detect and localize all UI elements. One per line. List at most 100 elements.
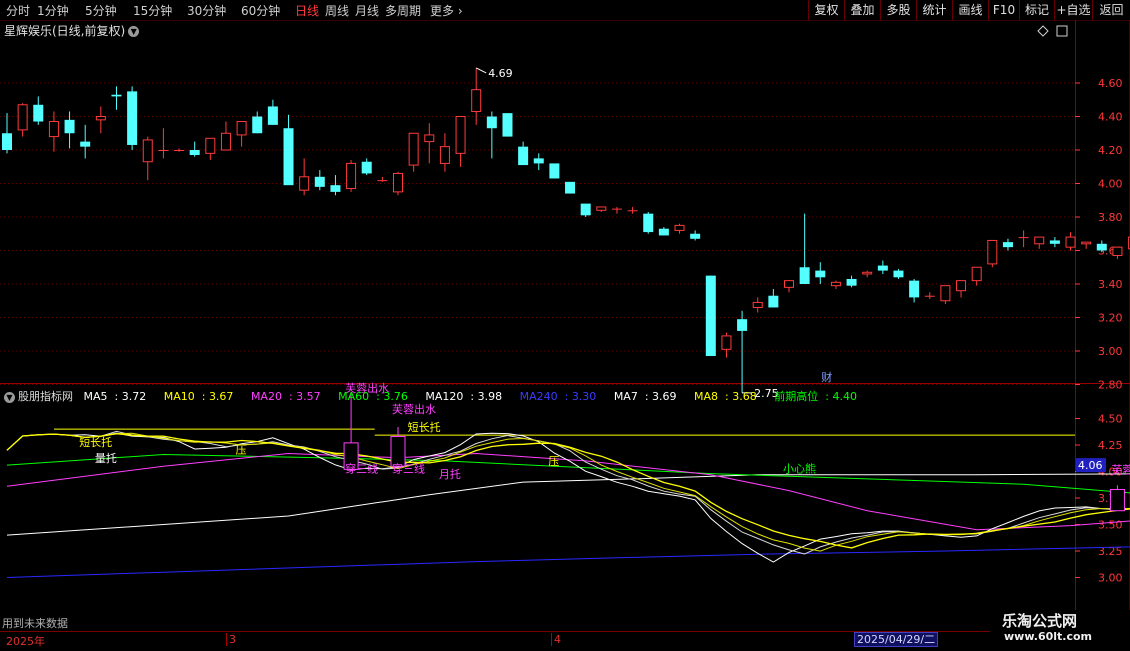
tab-1min[interactable]: 1分钟 [37,2,69,19]
signal-label: 量托 [95,451,117,465]
candle-body [1018,237,1029,239]
stock-title[interactable]: 星辉娱乐(日线,前复权) ▼ [4,22,140,39]
tab-more[interactable]: 更多 › [430,2,463,19]
back-button[interactable]: 返回 [1092,0,1130,20]
candle-body [940,285,951,302]
candle-body [658,228,669,236]
price-tick-label: 3.40 [1098,278,1123,291]
candle-body [862,271,873,275]
candle-body [627,210,638,212]
candle-body [830,281,841,287]
chevron-right-icon: › [454,4,463,18]
candle-body [64,119,75,134]
candle-body [111,94,122,97]
statistics-button[interactable]: 统计 [916,0,952,20]
signal-label: 短长托 [79,435,112,449]
tab-weekly[interactable]: 周线 [325,2,349,19]
legend-ma8: MA8: 3.68 [694,390,757,403]
current-value-label: 4.06 [1078,459,1103,472]
tab-30min[interactable]: 30分钟 [187,2,226,19]
high-price-label: 4.69 [488,67,513,80]
price-tick-label: 4.60 [1098,77,1123,90]
tab-15min[interactable]: 15分钟 [133,2,172,19]
tab-monthly[interactable]: 月线 [355,2,379,19]
candle-body [502,113,513,137]
chart-canvas[interactable]: 4.604.404.204.003.803.603.403.203.002.80… [0,20,1130,631]
overlay-button[interactable]: 叠加 [844,0,880,20]
date-label-year: 2025年 [6,635,45,648]
indicator-name[interactable]: 股朋指标网 [18,390,73,403]
draw-line-button[interactable]: 画线 [952,0,988,20]
candle-body [17,104,28,131]
signal-label: 芙蓉出水 [392,402,436,416]
square-icon[interactable] [1056,25,1068,37]
ma120-line [6,473,1130,536]
candle-body [987,239,998,265]
candle-body [643,213,654,233]
signal-label: 短长托 [408,420,441,434]
candle-body [611,208,622,210]
candle-body [377,180,388,182]
diamond-icon[interactable] [1037,25,1049,37]
f10-button[interactable]: F10 [988,0,1019,20]
multi-stock-button[interactable]: 多股 [880,0,916,20]
legend-prior-high: 前期高位: 4.40 [774,390,857,403]
candle-body [799,267,810,284]
tab-multi-period[interactable]: 多周期 [385,2,421,19]
candle-body [408,132,419,166]
candle-body [393,172,403,193]
date-cursor-label: 2025/04/29/二 [854,632,939,647]
candle-body [768,295,779,308]
candle-body [956,280,967,292]
tab-60min[interactable]: 60分钟 [241,2,280,19]
legend-ma120: MA120: 3.98 [425,390,503,403]
tab-timeshare[interactable]: 分时 [6,2,30,19]
indicator-grid [54,428,1075,436]
price-tick-label: 4.40 [1098,111,1123,124]
candle-body [330,185,341,192]
legend-ma20: MA20: 3.57 [250,390,321,403]
future-data-note: 用到未来数据 [2,617,68,630]
legend-ma60: MA60: 3.76 [338,390,408,403]
candle-body [236,121,247,136]
candle-body [424,134,435,143]
candle-body [674,224,685,231]
tab-more-label: 更多 [430,4,455,18]
ma10-line [6,433,1130,549]
candle-body [189,150,200,156]
candle-body [1112,246,1123,257]
tab-daily[interactable]: 日线 [295,2,319,19]
candle-body [1049,240,1060,244]
mark-button[interactable]: 标记 [1019,0,1054,20]
tab-5min[interactable]: 5分钟 [85,2,117,19]
indicator-lines [6,430,1130,578]
date-label-march: 3 [226,633,236,646]
candle-body [95,116,106,121]
candle-body [174,150,185,151]
main-annotations: 4.692.75财 [475,67,832,400]
signal-label: 芙蓉出水 [1111,463,1130,477]
candle-body [455,116,466,154]
watermark-url: www.60lt.com [1004,630,1093,643]
restore-rights-button[interactable]: 复权 [808,0,844,20]
chevron-down-icon[interactable]: ▼ [4,391,15,403]
candle-body [48,121,59,138]
ma240-line [6,546,1130,578]
signal-label: 压 [548,455,559,468]
candle-body [205,137,216,154]
chevron-down-icon[interactable]: ▼ [128,26,140,37]
signal-label: 穿三线 [345,462,378,476]
candle-body [784,280,794,288]
ma5-line [6,432,1130,563]
price-tick-label: 4.20 [1098,144,1123,157]
candle-body [815,270,826,278]
signal-label: 压 [236,443,247,456]
signal-label: 小心熊 [783,462,816,476]
add-watchlist-button[interactable]: +自选 [1054,0,1092,20]
candle-body [267,106,278,125]
candle-body [127,91,138,145]
candle-body [893,270,904,278]
candle-body [596,206,607,211]
legend-ma240: MA240: 3.30 [519,390,597,403]
indicator-legend: ▼ 股朋指标网 MA5: 3.72 MA10: 3.67 MA20: 3.57 M… [4,388,871,404]
